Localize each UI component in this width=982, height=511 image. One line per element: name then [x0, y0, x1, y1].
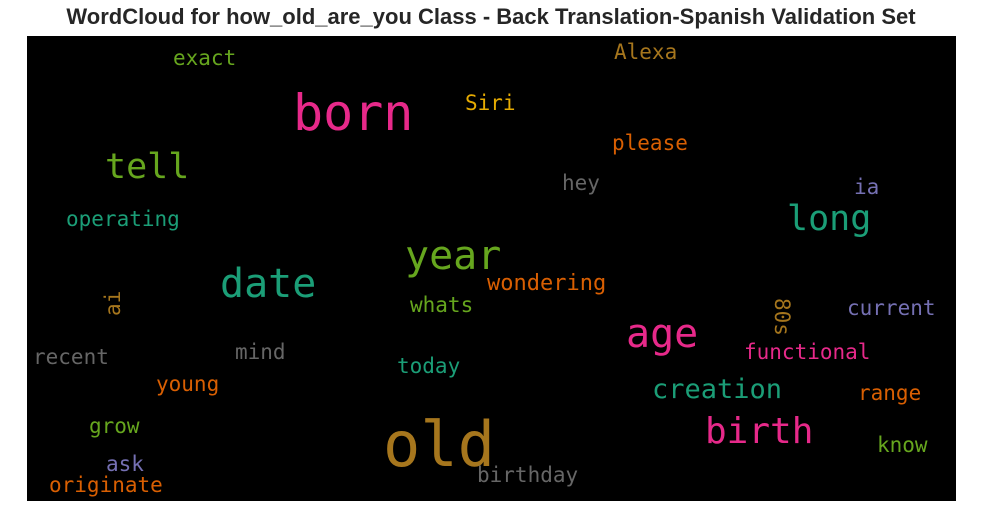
word-hey: hey: [562, 171, 600, 195]
word-today: today: [397, 354, 461, 378]
word-creation: creation: [652, 374, 783, 405]
word-ai: ai: [101, 290, 125, 316]
word-80s: 80s: [770, 298, 794, 336]
chart-title: WordCloud for how_old_are_you Class - Ba…: [66, 4, 916, 29]
word-wondering: wondering: [487, 271, 607, 296]
word-mind: mind: [235, 340, 286, 364]
word-birthday: birthday: [477, 463, 579, 487]
word-ask: ask: [106, 452, 144, 476]
word-date: date: [220, 261, 317, 307]
word-long: long: [787, 199, 872, 239]
word-year: year: [405, 233, 502, 279]
word-grow: grow: [89, 414, 140, 438]
word-born: born: [293, 84, 414, 142]
word-ia: ia: [854, 175, 880, 199]
word-recent: recent: [33, 345, 109, 369]
word-alexa: Alexa: [614, 40, 678, 64]
word-know: know: [877, 433, 928, 457]
word-range: range: [858, 381, 922, 405]
word-age: age: [626, 311, 699, 357]
word-birth: birth: [705, 411, 814, 452]
word-please: please: [612, 131, 688, 155]
word-tell: tell: [105, 147, 190, 187]
word-siri: Siri: [465, 91, 516, 115]
word-originate: originate: [49, 473, 163, 497]
word-exact: exact: [173, 46, 237, 70]
word-operating: operating: [66, 207, 180, 231]
word-current: current: [847, 296, 936, 320]
word-cloud-canvas: old born year date age birth tell long c…: [27, 36, 956, 501]
word-young: young: [156, 372, 220, 396]
word-whats: whats: [410, 293, 474, 317]
word-functional: functional: [744, 340, 871, 364]
